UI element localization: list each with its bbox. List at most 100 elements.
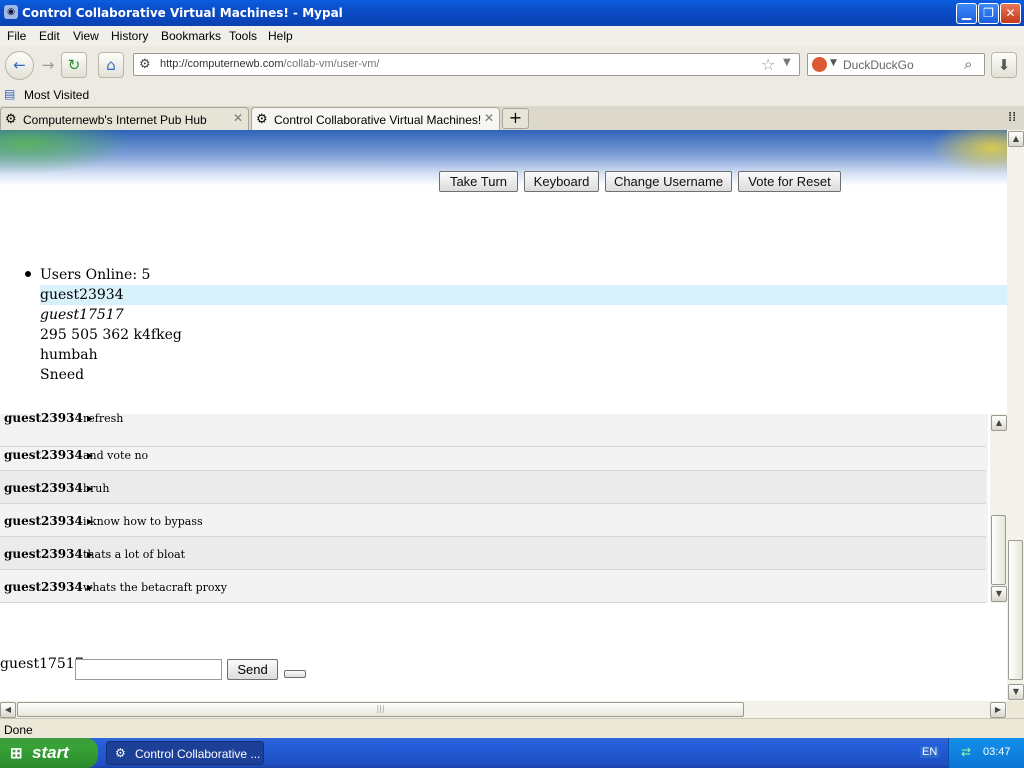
engine-dropdown-icon[interactable]: ▼ xyxy=(830,58,837,68)
menu-file[interactable]: File xyxy=(7,29,26,43)
banner-decoration xyxy=(930,130,1007,174)
page-scroll-down-icon[interactable]: ▼ xyxy=(1008,684,1024,700)
chat-input[interactable] xyxy=(75,659,222,680)
back-button[interactable]: ← xyxy=(5,51,34,80)
tab-collab-vm[interactable]: ⚙ Control Collaborative Virtual Machines… xyxy=(251,107,500,131)
language-indicator[interactable]: EN xyxy=(920,746,940,758)
chat-message: guest23934 ▸ bruh xyxy=(0,471,986,504)
status-text: Done xyxy=(4,723,33,737)
chat-text: i know how to bypass xyxy=(83,515,203,528)
user-item[interactable]: humbah xyxy=(40,345,1007,365)
start-button[interactable]: ⊞ start xyxy=(0,738,98,768)
keyboard-button[interactable]: Keyboard xyxy=(524,171,599,192)
plus-icon: + xyxy=(508,108,523,127)
search-placeholder: DuckDuckGo xyxy=(843,58,914,72)
most-visited-icon: ▤ xyxy=(4,87,16,101)
chat-username-label: guest17517 xyxy=(0,656,84,672)
clock[interactable]: 03:47 xyxy=(983,746,1011,758)
duckduckgo-icon[interactable] xyxy=(812,57,827,72)
url-path: /collab-vm/user-vm/ xyxy=(283,58,380,70)
chat-log: guest23934 ▸ refresh guest23934 ▸ and vo… xyxy=(0,411,988,603)
user-item[interactable]: Sneed xyxy=(40,365,1007,385)
chat-username: guest23934 ▸ xyxy=(4,448,93,462)
minimize-button[interactable]: ▁ xyxy=(956,3,977,24)
menu-tools[interactable]: Tools xyxy=(229,29,257,43)
tab-label: Computernewb's Internet Pub Hub xyxy=(23,113,207,127)
take-turn-button[interactable]: Take Turn xyxy=(439,171,518,192)
menu-bookmarks[interactable]: Bookmarks xyxy=(161,29,221,43)
forward-arrow-icon: → xyxy=(41,56,55,74)
start-label: start xyxy=(32,743,69,762)
url-bar[interactable]: ⚙ http://computernewb.com/collab-vm/user… xyxy=(133,53,800,76)
new-tab-button[interactable]: + xyxy=(502,108,529,129)
chat-username: guest23934 ▸ xyxy=(4,411,93,425)
tab-label: Control Collaborative Virtual Machines! xyxy=(274,113,482,127)
search-bar[interactable]: ▼ DuckDuckGo ⌕ xyxy=(807,53,985,76)
unlabeled-button[interactable] xyxy=(284,670,306,678)
chat-text: refresh xyxy=(83,412,124,425)
bookmark-most-visited[interactable]: Most Visited xyxy=(24,88,89,102)
chat-message: guest23934 ▸ whats the betacraft proxy xyxy=(0,570,986,603)
menu-edit[interactable]: Edit xyxy=(39,29,60,43)
bookmarks-toolbar: ▤ Most Visited xyxy=(0,84,1024,106)
downloads-button[interactable]: ⬇ xyxy=(991,52,1017,78)
chat-scroll-down-icon[interactable]: ▼ xyxy=(991,586,1007,602)
back-arrow-icon: ← xyxy=(13,56,26,74)
tab-favicon-icon: ⚙ xyxy=(5,111,17,126)
menu-history[interactable]: History xyxy=(111,29,148,43)
page-scroll-up-icon[interactable]: ▲ xyxy=(1008,131,1024,147)
send-button[interactable]: Send xyxy=(227,659,278,680)
title-bar: ◉ Control Collaborative Virtual Machines… xyxy=(0,0,1024,26)
forward-button[interactable]: → xyxy=(35,53,61,79)
site-identity-icon: ⚙ xyxy=(139,57,151,72)
search-icon[interactable]: ⌕ xyxy=(964,55,972,73)
menu-view[interactable]: View xyxy=(73,29,99,43)
tab-list-icon[interactable]: ⁞⁞ xyxy=(1008,110,1016,125)
chat-message: guest23934 ▸ and vote no xyxy=(0,438,986,471)
chat-text: and vote no xyxy=(83,449,149,462)
vote-reset-button[interactable]: Vote for Reset xyxy=(738,171,841,192)
chat-message: guest23934 ▸ thats a lot of bloat xyxy=(0,537,986,570)
download-arrow-icon: ⬇ xyxy=(997,56,1011,74)
tab-favicon-icon: ⚙ xyxy=(256,111,268,126)
status-bar: Done xyxy=(0,718,1024,738)
restore-button[interactable]: ❐ xyxy=(978,3,999,24)
home-icon: ⌂ xyxy=(106,56,116,74)
url-host: http://computernewb.com xyxy=(160,58,284,70)
home-button[interactable]: ⌂ xyxy=(98,52,124,78)
user-item[interactable]: guest17517 xyxy=(40,305,1007,325)
taskbar: ⊞ start ⚙ Control Collaborative ... EN ⇄… xyxy=(0,738,1024,768)
taskbar-window-button[interactable]: ⚙ Control Collaborative ... xyxy=(106,741,264,765)
change-username-button[interactable]: Change Username xyxy=(605,171,732,192)
tab-close-icon[interactable]: ✕ xyxy=(233,111,243,125)
banner-decoration xyxy=(0,130,130,174)
chat-username: guest23934 ▸ xyxy=(4,580,93,594)
menu-bar: File Edit View History Bookmarks Tools H… xyxy=(0,26,1024,46)
close-button[interactable]: ✕ xyxy=(1000,3,1021,24)
browser-app-icon: ⚙ xyxy=(115,746,126,760)
reload-button[interactable]: ↻ xyxy=(61,52,87,78)
page-scroll-right-icon[interactable]: ▶ xyxy=(990,702,1006,718)
users-online-count: Users Online: 5 xyxy=(40,267,151,283)
page-scroll-left-icon[interactable]: ◀ xyxy=(0,702,16,718)
chat-text: whats the betacraft proxy xyxy=(83,581,227,594)
network-icon[interactable]: ⇄ xyxy=(961,745,971,759)
user-item[interactable]: 295 505 362 k4fkeg xyxy=(40,325,1007,345)
page-horizontal-thumb[interactable]: ||| xyxy=(17,702,744,717)
chat-scroll-up-icon[interactable]: ▲ xyxy=(991,415,1007,431)
tab-close-icon[interactable]: ✕ xyxy=(484,111,494,125)
chat-text: thats a lot of bloat xyxy=(83,548,186,561)
list-bullet xyxy=(25,271,31,277)
tab-pub-hub[interactable]: ⚙ Computernewb's Internet Pub Hub ✕ xyxy=(0,107,249,130)
chat-text: bruh xyxy=(83,482,110,495)
app-icon: ◉ xyxy=(4,5,18,19)
user-item-self[interactable]: guest23934 xyxy=(40,285,1007,305)
bookmark-star-icon[interactable]: ☆ xyxy=(761,55,775,74)
url-dropdown-icon[interactable]: ▼ xyxy=(783,57,791,68)
page-vertical-thumb[interactable] xyxy=(1008,540,1023,680)
menu-help[interactable]: Help xyxy=(268,29,293,43)
chat-username: guest23934 ▸ xyxy=(4,481,93,495)
chat-scroll-thumb[interactable] xyxy=(991,515,1006,585)
window-title: Control Collaborative Virtual Machines! … xyxy=(22,6,343,20)
reload-icon: ↻ xyxy=(67,56,81,74)
